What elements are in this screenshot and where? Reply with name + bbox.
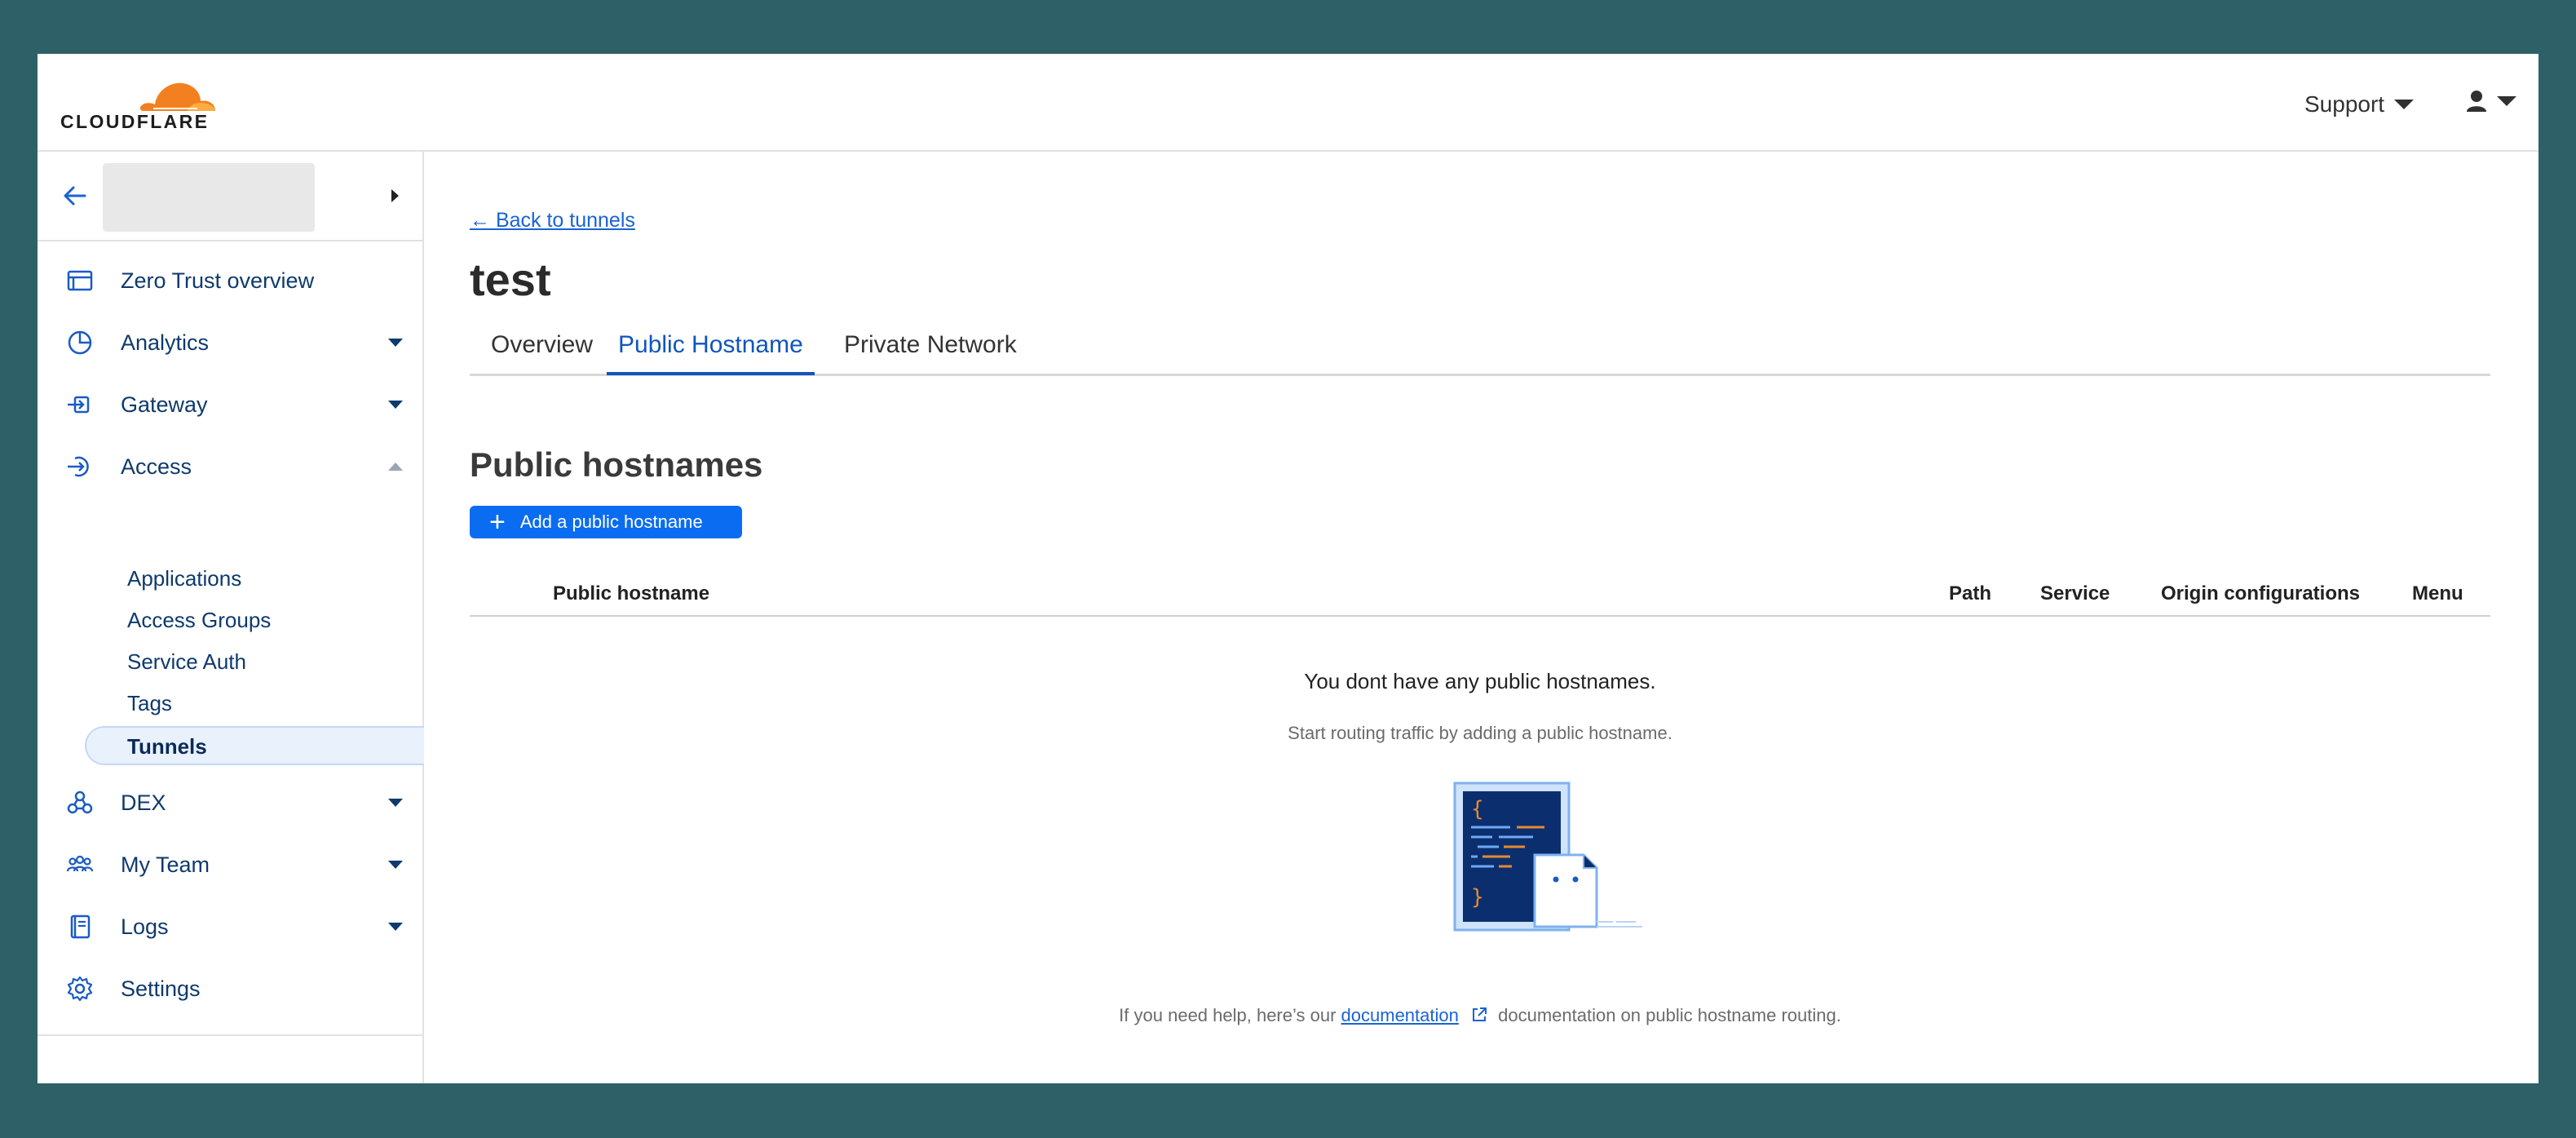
sidebar-item-label: DEX [121,790,166,815]
add-button-label: Add a public hostname [519,511,703,532]
sidebar-item-zero-trust-overview[interactable]: Zero Trust overview [38,250,422,312]
help-suffix: documentation on public hostname routing… [1498,1005,1841,1025]
gateway-icon [68,396,90,414]
sidebar-item-label: Gateway [121,392,208,417]
arrow-left-icon[interactable] [62,183,88,209]
sidebar-subitem-tags[interactable]: Tags [127,691,172,716]
chevron-down-icon [388,401,403,409]
team-icon [66,855,94,872]
cloud-logo-icon [139,82,215,111]
sidebar-item-gateway[interactable]: Gateway [38,374,422,436]
account-name-redacted[interactable] [103,163,315,232]
sidebar-item-label: Logs [121,914,169,939]
cloudflare-logo[interactable]: CLOUDFLARE [60,70,223,135]
column-header-path[interactable]: Path [1949,582,1991,605]
account-switcher [38,152,422,241]
back-to-tunnels-link[interactable]: ← Back to tunnels [470,209,635,232]
logs-icon [70,914,91,939]
sidebar-subitem-access-groups[interactable]: Access Groups [127,608,271,633]
app-window: CLOUDFLARE Support Zero Trust overview A… [38,54,2538,1083]
sidebar-item-analytics[interactable]: Analytics [38,312,422,374]
access-icon [68,456,89,477]
column-header-origin-configurations[interactable]: Origin configurations [2161,582,2360,605]
sidebar-item-settings[interactable]: Settings [38,958,422,1020]
chevron-up-icon [388,463,403,471]
sidebar-divider [38,1034,422,1036]
sidebar-subitem-label: Tunnels [127,734,207,759]
sidebar-item-label: Access [121,454,192,479]
top-bar: CLOUDFLARE Support [38,54,2538,152]
table-header: Public hostname Path Service Origin conf… [470,576,2490,617]
empty-state-subtitle: Start routing traffic by adding a public… [1288,723,1672,743]
user-menu[interactable] [2466,90,2516,113]
external-link-icon[interactable] [1470,1006,1488,1024]
support-label: Support [2304,91,2385,117]
help-text: If you need help, here’s our documentati… [470,1005,2490,1026]
documentation-link[interactable]: documentation [1341,1005,1459,1025]
chevron-down-icon [388,861,403,869]
chevron-down-icon [2497,96,2516,106]
column-header-public-hostname[interactable]: Public hostname [553,582,709,605]
empty-state-title: You dont have any public hostnames. [1304,669,1656,693]
svg-text:{: { [1471,797,1484,821]
plus-icon: + [489,507,506,538]
page-title: test [470,254,551,305]
chevron-down-icon [388,799,403,807]
sidebar-subitem-service-auth[interactable]: Service Auth [127,649,246,675]
sidebar-item-access[interactable]: Access [38,436,422,498]
caret-right-icon[interactable] [391,189,399,202]
section-title: Public hostnames [470,445,763,484]
sidebar-subitem-tunnels[interactable]: Tunnels [85,726,424,765]
svg-text:}: } [1471,885,1484,910]
sidebar-item-label: Analytics [121,330,210,355]
add-public-hostname-button[interactable]: + Add a public hostname [470,506,742,538]
empty-state-illustration: { } [1453,782,1642,932]
chevron-down-icon [388,923,403,931]
column-header-menu: Menu [2412,582,2463,604]
sidebar-item-label: My Team [121,852,210,877]
support-menu[interactable]: Support [2304,91,2415,117]
user-icon [2467,91,2486,112]
sidebar-item-label: Zero Trust overview [121,268,315,293]
chevron-down-icon [388,339,403,347]
tab-private-network[interactable]: Private Network [844,331,1017,372]
sidebar: Zero Trust overview Analytics Gateway Ac… [38,152,424,1083]
sidebar-item-label: Settings [121,976,201,1001]
chevron-down-icon [2394,100,2415,109]
tab-bar: Overview Public Hostname Private Network [470,323,2490,376]
browser-window-icon [67,270,93,291]
column-header-service[interactable]: Service [2040,582,2110,605]
tab-public-hostname[interactable]: Public Hostname [607,331,815,375]
logo-wordmark: CLOUDFLARE [60,111,210,132]
pie-chart-icon [68,330,92,355]
sidebar-item-logs[interactable]: Logs [38,896,422,958]
sidebar-item-dex[interactable]: DEX [38,772,422,834]
gear-icon [67,976,93,1002]
main-content: ← Back to tunnels test Overview Public H… [424,152,2538,1083]
sidebar-subitem-applications[interactable]: Applications [127,566,241,591]
sidebar-item-my-team[interactable]: My Team [38,834,422,896]
tab-overview[interactable]: Overview [491,331,593,372]
help-prefix: If you need help, here’s our [1119,1005,1337,1025]
dex-icon [67,790,93,814]
